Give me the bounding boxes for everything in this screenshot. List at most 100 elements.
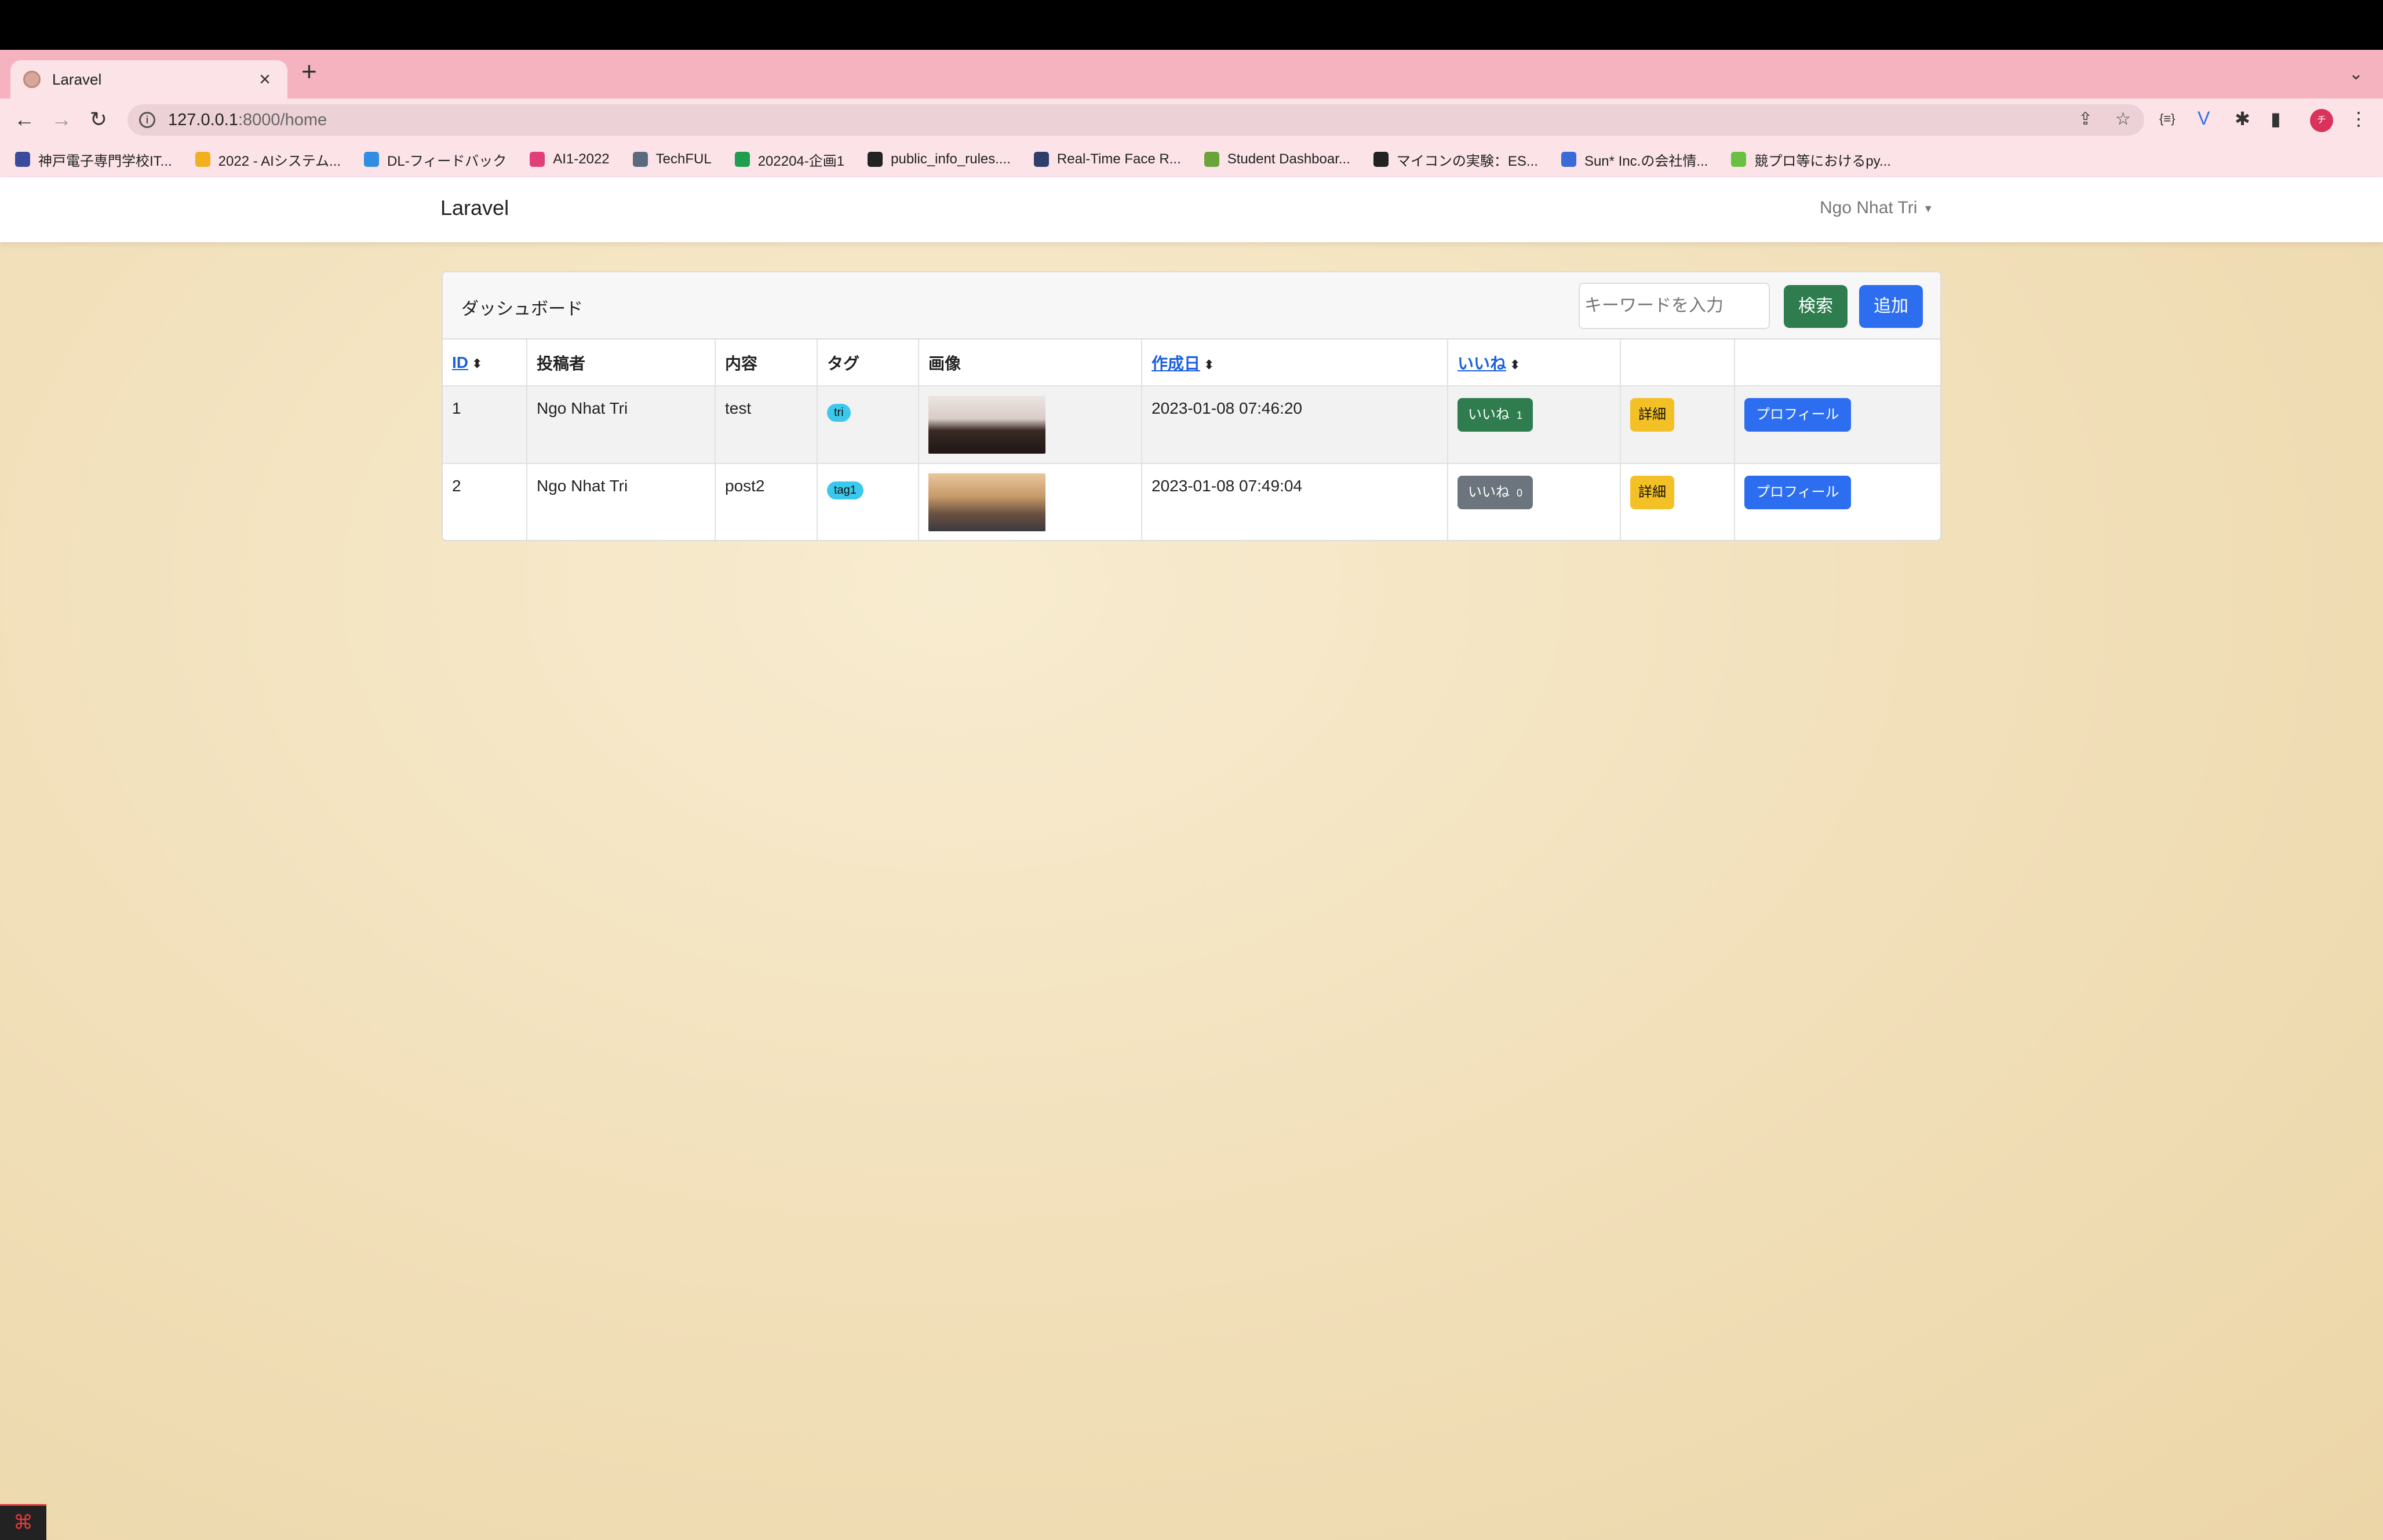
bookmark-item[interactable]: Sun* Inc.の会社情... [1561, 149, 1708, 170]
bookmark-favicon-icon [15, 152, 30, 167]
sort-icon: ⬍ [472, 356, 483, 371]
laravel-debugbar-icon[interactable]: ⌘ [0, 1504, 46, 1540]
navbar-brand[interactable]: Laravel [440, 196, 509, 220]
cell-profile: プロフィール [1735, 386, 1940, 464]
bookmark-favicon-icon [868, 152, 883, 167]
like-button[interactable]: いいね 1 [1458, 398, 1533, 432]
bookmark-label: 202204-企画1 [757, 153, 845, 169]
user-dropdown[interactable]: Ngo Nhat Tri ▼ [1820, 198, 1933, 218]
cell-tag: tag1 [817, 464, 919, 540]
detail-button[interactable]: 詳細 [1630, 476, 1674, 509]
search-button[interactable]: 検索 [1784, 285, 1848, 328]
bookmark-item[interactable]: 202204-企画1 [734, 149, 845, 170]
tab-search-chevron-icon[interactable]: ⌄ [2349, 64, 2363, 84]
tag-badge[interactable]: tri [827, 404, 851, 422]
keyword-search-input[interactable] [1579, 283, 1770, 329]
like-label: いいね [1468, 484, 1510, 500]
tab-favicon-icon [23, 71, 41, 88]
cell-image [919, 386, 1142, 464]
address-bar[interactable]: i 127.0.0.1:8000/home [127, 104, 2144, 136]
bookmark-label: マイコンの実験：ES... [1396, 153, 1538, 169]
bookmark-item[interactable]: Real-Time Face R... [1033, 151, 1181, 167]
cell-content: test [715, 386, 818, 464]
bookmark-item[interactable]: 神戸電子専門学校IT... [15, 149, 172, 170]
bookmarks-bar: 神戸電子専門学校IT... 2022 - AIシステム... DL-フィードバック A… [0, 141, 2383, 177]
cell-id: 2 [443, 464, 527, 540]
profile-button[interactable]: プロフィール [1744, 398, 1851, 432]
address-url: 127.0.0.1:8000/home [168, 110, 327, 129]
like-count: 1 [1517, 410, 1523, 421]
bookmark-label: Sun* Inc.の会社情... [1584, 153, 1708, 169]
sort-likes-link[interactable]: いいね [1458, 355, 1506, 373]
extension-v-icon[interactable]: V [2198, 108, 2210, 129]
bookmark-favicon-icon [364, 152, 380, 167]
bookmark-item[interactable]: Student Dashboar... [1204, 151, 1350, 167]
cell-tag: tri [817, 386, 919, 464]
bookmark-item[interactable]: AI1-2022 [530, 151, 610, 167]
reload-icon[interactable]: ↻ [86, 107, 111, 132]
profile-button[interactable]: プロフィール [1744, 476, 1851, 509]
bookmark-favicon-icon [195, 152, 210, 167]
side-panel-icon[interactable]: ▮ [2271, 108, 2281, 130]
header-profile-action [1735, 340, 1940, 386]
cell-profile: プロフィール [1735, 464, 1940, 540]
tag-badge[interactable]: tag1 [827, 481, 863, 499]
bookmark-label: Student Dashboar... [1227, 151, 1350, 167]
table-header-row: ID ⬍ 投稿者 内容 タグ 画像 作成日 ⬍ いいね ⬍ [443, 340, 1940, 386]
posts-table: ID ⬍ 投稿者 内容 タグ 画像 作成日 ⬍ いいね ⬍ 1 Ngo Nhat Tr… [443, 340, 1940, 540]
cell-likes: いいね 0 [1448, 464, 1621, 540]
dashboard-card: ダッシュボード 検索 追加 ID ⬍ 投稿者 内容 タグ 画像 作成日 ⬍ いいね ⬍ [442, 271, 1941, 541]
sort-created-link[interactable]: 作成日 [1152, 355, 1200, 373]
header-tag: タグ [817, 340, 919, 386]
extensions-puzzle-icon[interactable]: ✱ [2235, 108, 2250, 130]
header-image: 画像 [919, 340, 1142, 386]
like-count: 0 [1517, 487, 1523, 499]
add-button[interactable]: 追加 [1859, 285, 1923, 328]
cell-content: post2 [715, 464, 818, 540]
back-arrow-icon[interactable]: ← [12, 107, 37, 132]
sort-icon: ⬍ [1204, 357, 1215, 372]
post-image[interactable] [928, 396, 1045, 454]
cell-detail: 詳細 [1620, 386, 1735, 464]
bookmark-item[interactable]: マイコンの実験：ES... [1373, 149, 1538, 170]
profile-avatar[interactable]: チ [2310, 109, 2333, 132]
bookmark-favicon-icon [530, 152, 545, 167]
bookmark-label: AI1-2022 [553, 151, 610, 167]
like-button[interactable]: いいね 0 [1458, 476, 1533, 509]
bookmark-star-icon[interactable]: ☆ [2115, 109, 2131, 129]
cell-author: Ngo Nhat Tri [527, 386, 716, 464]
bookmark-label: 競プロ等におけるpy... [1754, 153, 1891, 169]
detail-button[interactable]: 詳細 [1630, 398, 1674, 432]
bookmark-favicon-icon [1373, 152, 1389, 167]
browser-tabstrip: Laravel × [0, 50, 2383, 98]
table-row: 2 Ngo Nhat Tri post2 tag1 2023-01-08 07:… [443, 464, 1940, 540]
bookmark-item[interactable]: 2022 - AIシステム... [195, 149, 341, 170]
new-tab-icon[interactable]: + [301, 58, 317, 85]
table-row: 1 Ngo Nhat Tri test tri 2023-01-08 07:46… [443, 386, 1940, 464]
bookmark-item[interactable]: DL-フィードバック [364, 149, 507, 170]
browser-menu-icon[interactable]: ⋮ [2349, 108, 2368, 130]
bookmark-item[interactable]: public_info_rules.... [868, 151, 1011, 167]
header-likes[interactable]: いいね ⬍ [1448, 340, 1621, 386]
bookmark-label: 2022 - AIシステム... [218, 153, 341, 169]
forward-arrow-icon[interactable]: → [49, 107, 74, 132]
bookmark-label: 神戸電子専門学校IT... [38, 153, 172, 169]
tab-close-icon[interactable]: × [255, 68, 275, 91]
bookmark-item[interactable]: 競プロ等におけるpy... [1731, 149, 1891, 170]
share-icon[interactable]: ⇪ [2078, 109, 2093, 129]
browser-tab[interactable]: Laravel × [10, 60, 287, 98]
extension-json-icon[interactable]: {≡} [2159, 111, 2176, 126]
bookmark-label: DL-フィードバック [387, 153, 507, 169]
tab-title: Laravel [52, 70, 102, 88]
header-id[interactable]: ID ⬍ [443, 340, 527, 386]
site-info-icon[interactable]: i [139, 112, 155, 128]
bookmark-item[interactable]: TechFUL [632, 151, 712, 167]
post-image[interactable] [928, 473, 1045, 531]
cell-image [919, 464, 1142, 540]
card-header: ダッシュボード 検索 追加 [443, 272, 1940, 340]
header-created[interactable]: 作成日 ⬍ [1142, 340, 1448, 386]
card-title: ダッシュボード [461, 300, 583, 319]
caret-down-icon: ▼ [1923, 202, 1934, 214]
cell-author: Ngo Nhat Tri [527, 464, 716, 540]
sort-id-link[interactable]: ID [452, 353, 468, 371]
